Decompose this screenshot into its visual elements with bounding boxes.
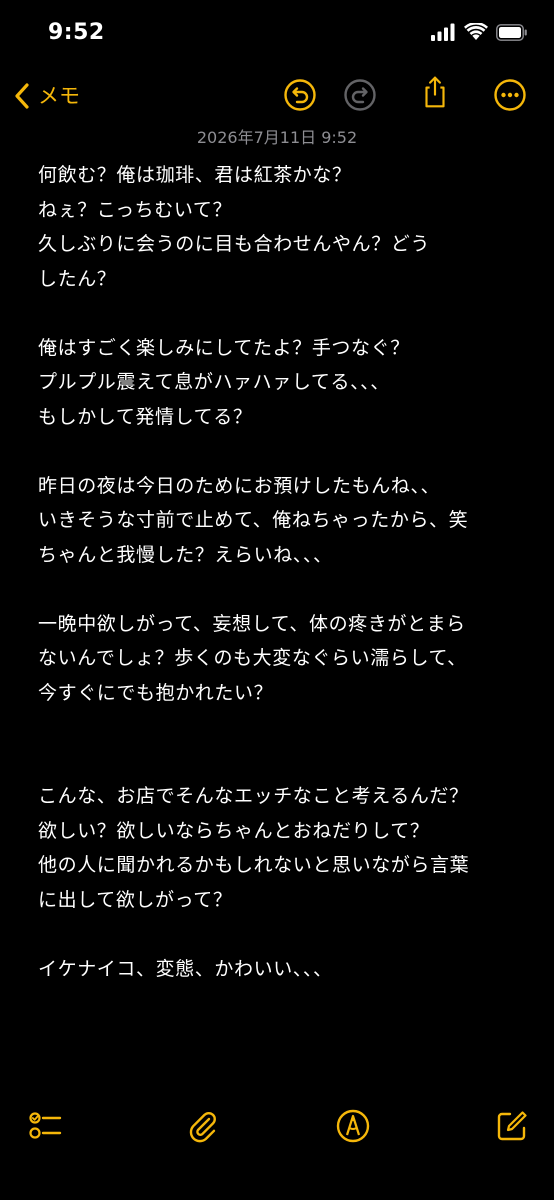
status-time: 9:52 [48, 20, 105, 45]
note-line: ないんでしょ？歩くのも大変なぐらい濡らして、 [38, 647, 467, 669]
status-bar: 9:52 [0, 0, 554, 66]
redo-icon[interactable] [343, 78, 377, 112]
note-line: こんな、お店でそんなエッチなこと考えるんだ？ [38, 785, 469, 807]
note-line [38, 296, 518, 331]
note-line: 何飲む？俺は珈琲、君は紅茶かな？ [38, 164, 352, 186]
note-line: イケナイコ、変態、かわいい、、、 [38, 957, 333, 980]
cellular-signal-icon [431, 23, 455, 41]
chevron-left-icon [15, 83, 29, 109]
note-line [38, 434, 518, 469]
note-line: ねぇ？こっちむいて？ [38, 198, 233, 221]
note-line: したん？ [38, 267, 117, 290]
battery-icon [496, 23, 527, 41]
checklist-icon[interactable] [28, 1108, 64, 1144]
note-line: 久しぶりに会うのに目も合わせんやん？どう [38, 233, 431, 255]
note-line [38, 745, 518, 780]
note-line: 昨日の夜は今日のためにお預けしたもんね、、 [38, 474, 441, 497]
note-line: いきそうな寸前で止めて、俺ねちゃったから、笑 [38, 509, 469, 531]
note-line [38, 917, 518, 952]
note-line: 今すぐにでも抱かれたい？ [38, 681, 274, 704]
bottom-toolbar [0, 1100, 554, 1152]
note-body[interactable]: 何飲む？俺は珈琲、君は紅茶かな？ ねぇ？こっちむいて？ 久しぶりに会うのに目も合… [38, 158, 518, 986]
compose-icon[interactable] [494, 1108, 530, 1144]
nav-bar: メモ [0, 70, 554, 120]
back-label: メモ [38, 83, 80, 108]
note-line: 俺はすごく楽しみにしてたよ？手つなぐ？ [38, 336, 410, 359]
note-line: に出して欲しがって？ [38, 888, 233, 911]
note-line: プルプル震えて息がハァハァしてる、、、 [38, 371, 390, 393]
attachment-icon[interactable] [184, 1108, 220, 1144]
note-line [38, 572, 518, 607]
status-icons [430, 23, 528, 41]
note-line: 一晩中欲しがって、妄想して、体の疼きがとまら [38, 612, 466, 635]
undo-icon[interactable] [283, 78, 317, 112]
wifi-icon [464, 23, 488, 40]
share-icon[interactable] [418, 75, 452, 109]
note-line [38, 710, 518, 745]
note-line: 欲しい？欲しいならちゃんとおねだりして？ [38, 819, 430, 842]
note-line: もしかして発情してる？ [38, 405, 253, 428]
markup-icon[interactable] [335, 1108, 371, 1144]
more-icon[interactable] [493, 78, 527, 112]
note-line: 他の人に聞かれるかもしれないと思いながら言葉 [38, 854, 470, 876]
note-timestamp: 2026年7月11日 9:52 [196, 128, 358, 147]
back-button[interactable]: メモ [14, 76, 80, 116]
note-line: ちゃんと我慢した？えらいね、、、 [38, 543, 333, 566]
